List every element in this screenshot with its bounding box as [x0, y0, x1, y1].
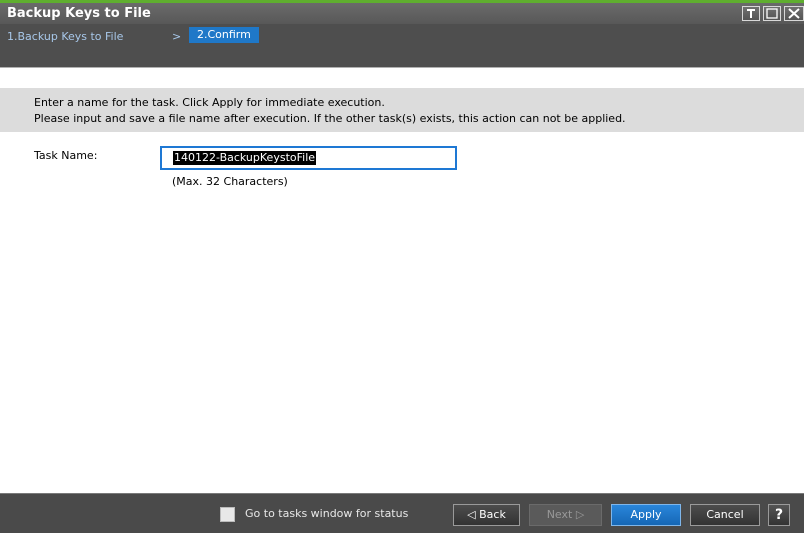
task-name-label: Task Name:: [34, 149, 98, 162]
task-name-hint: (Max. 32 Characters): [172, 175, 288, 188]
wizard-step-confirm: 2.Confirm: [189, 27, 259, 43]
task-name-input[interactable]: 140122-BackupKeystoFile: [160, 146, 457, 170]
go-to-tasks-label: Go to tasks window for status: [245, 507, 409, 520]
close-button[interactable]: [784, 6, 804, 21]
window-title: Backup Keys to File: [7, 6, 151, 21]
task-name-value: 140122-BackupKeystoFile: [173, 151, 317, 165]
instruction-line-1: Enter a name for the task. Click Apply f…: [34, 96, 385, 109]
apply-label: Apply: [630, 508, 662, 521]
help-button[interactable]: ?: [768, 504, 790, 526]
maximize-button[interactable]: [763, 6, 781, 21]
chevron-left-icon: ◁: [467, 508, 476, 521]
wizard-step-separator: >: [172, 30, 182, 43]
help-icon: ?: [774, 507, 784, 523]
wizard-step-backup-keys: 1.Backup Keys to File: [7, 30, 124, 43]
apply-button[interactable]: Apply: [611, 504, 681, 526]
dialog-window: Backup Keys to File 1.Backup Keys to Fil…: [0, 0, 804, 533]
instruction-line-2: Please input and save a file name after …: [34, 112, 626, 125]
chevron-right-icon: ▷: [575, 508, 585, 521]
maximize-icon: [766, 8, 778, 19]
pin-button[interactable]: [742, 6, 760, 21]
close-icon: [788, 8, 800, 19]
next-button[interactable]: Next ▷: [529, 504, 602, 526]
cancel-button[interactable]: Cancel: [690, 504, 760, 526]
pin-icon: [747, 9, 755, 18]
cancel-label: Cancel: [706, 508, 744, 521]
back-label: Back: [479, 508, 506, 521]
back-button[interactable]: ◁ Back: [453, 504, 520, 526]
next-label: Next: [546, 508, 573, 521]
title-bar: Backup Keys to File: [0, 3, 804, 24]
divider: [0, 67, 804, 68]
go-to-tasks-checkbox[interactable]: [220, 507, 235, 522]
instructions-panel: Enter a name for the task. Click Apply f…: [0, 88, 804, 132]
